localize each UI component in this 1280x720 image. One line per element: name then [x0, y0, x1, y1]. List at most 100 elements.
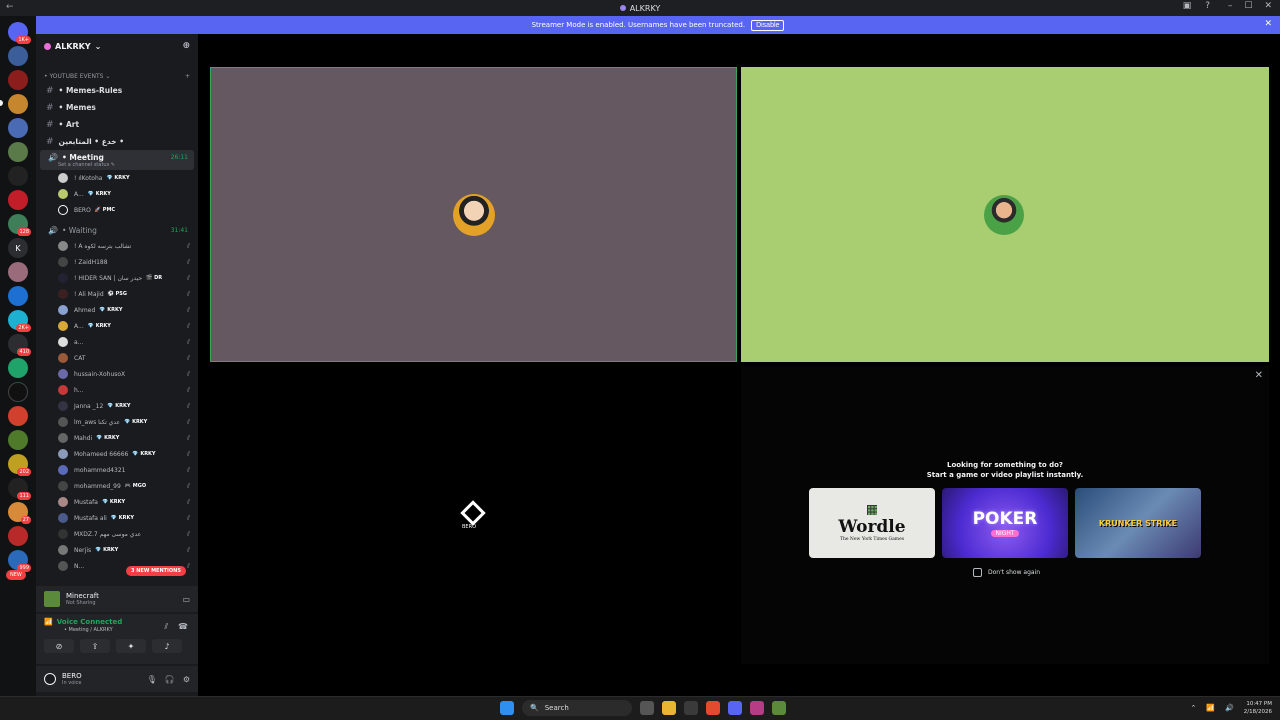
server-icon[interactable]	[8, 286, 28, 306]
start-icon[interactable]	[500, 701, 514, 715]
channel-arabic[interactable]: # خدع • المتابعين •	[36, 133, 198, 150]
server-icon[interactable]	[8, 118, 28, 138]
minimize-icon[interactable]: –	[1228, 1, 1233, 11]
voice-member[interactable]: A... 💎 KRKY	[36, 186, 198, 202]
server-icon[interactable]	[8, 94, 28, 114]
invite-icon[interactable]: ⊕	[182, 41, 190, 51]
channel-status[interactable]: Set a channel status ✎	[48, 162, 194, 168]
voice-member[interactable]: MXDZ.7 عدي موسى مهم ⫽	[36, 526, 198, 542]
voice-channel-waiting[interactable]: 🔊 • Waiting 31:41	[40, 222, 194, 238]
avatar[interactable]	[44, 673, 56, 685]
soundboard-button[interactable]: ♪	[152, 639, 182, 653]
voice-member[interactable]: Mahdi 💎 KRKY ⫽	[36, 430, 198, 446]
voice-member[interactable]: A... 💎 KRKY ⫽	[36, 318, 198, 334]
channel-memes[interactable]: # • Memes	[36, 99, 198, 116]
voice-member[interactable]: ! ılKotoha 💎 KRKY	[36, 170, 198, 186]
server-icon[interactable]: 202	[8, 454, 31, 476]
channel-art[interactable]: # • Art	[36, 116, 198, 133]
server-icon[interactable]: 111	[8, 478, 31, 500]
voice-member[interactable]: ! HIDER SAN | حيدر سان 🎬 DR ⫽	[36, 270, 198, 286]
server-icon[interactable]: 27	[8, 502, 31, 524]
file-explorer-icon[interactable]	[662, 701, 676, 715]
new-mentions-button[interactable]: 3 NEW MENTIONS	[126, 566, 186, 576]
help-icon[interactable]: ?	[1205, 1, 1210, 11]
settings-app-icon[interactable]	[684, 701, 698, 715]
close-banner-icon[interactable]: ✕	[1264, 19, 1272, 29]
capcut-app-icon[interactable]	[750, 701, 764, 715]
voice-member[interactable]: mohammed_99 🎮 MGO ⫽	[36, 478, 198, 494]
wifi-icon[interactable]: 📶	[1206, 704, 1215, 712]
server-icon[interactable]	[8, 430, 28, 450]
voice-member[interactable]: ! ZaidH188 ⫽	[36, 254, 198, 270]
task-view-icon[interactable]	[640, 701, 654, 715]
share-screen-icon[interactable]: ▭	[182, 595, 190, 604]
discord-app-icon[interactable]	[728, 701, 742, 715]
server-icon[interactable]	[8, 382, 28, 402]
taskbar-search[interactable]: 🔍 Search	[522, 700, 632, 716]
voice-member[interactable]: Ahmed 💎 KRKY ⫽	[36, 302, 198, 318]
server-icon[interactable]	[8, 262, 28, 282]
minecraft-app-icon[interactable]	[772, 701, 786, 715]
video-tile-self[interactable]: BERO	[210, 366, 737, 664]
noise-suppression-icon[interactable]: ⫽	[164, 622, 168, 632]
voice-member[interactable]: mohammed4321 ⫽	[36, 462, 198, 478]
disconnect-icon[interactable]: ☎	[178, 622, 188, 632]
voice-member[interactable]: ! A تشالب بترسه لكوه ⫽	[36, 238, 198, 254]
server-icon[interactable]: 2K+	[8, 310, 31, 332]
voice-member[interactable]: ! Ali Majid ⚽ PSG ⫽	[36, 286, 198, 302]
voice-channel-meeting[interactable]: 🔊 • Meeting 26:11 Set a channel status ✎	[40, 150, 194, 170]
voice-member[interactable]: Mohameed 66666 💎 KRKY ⫽	[36, 446, 198, 462]
maximize-icon[interactable]: ☐	[1244, 1, 1252, 11]
server-icon[interactable]	[8, 526, 28, 546]
voice-member[interactable]: h... ⫽	[36, 382, 198, 398]
guild-header[interactable]: ALKRKY ⌄ ⊕	[36, 34, 198, 58]
voice-member[interactable]: Mustafa ali 💎 KRKY ⫽	[36, 510, 198, 526]
activity-card-poker[interactable]: POKER NIGHT	[942, 488, 1068, 558]
server-icon[interactable]	[8, 166, 28, 186]
activities-button[interactable]: ✦	[116, 639, 146, 653]
inbox-icon[interactable]: ▣	[1183, 1, 1192, 11]
server-icon[interactable]: 128	[8, 214, 31, 236]
server-icon[interactable]: 410	[8, 334, 31, 356]
server-icon[interactable]: K	[8, 238, 28, 258]
close-icon[interactable]: ✕	[1255, 370, 1263, 381]
dont-show-again-checkbox[interactable]	[973, 568, 982, 577]
headphones-icon[interactable]: 🎧	[165, 675, 175, 684]
server-icon[interactable]	[8, 406, 28, 426]
server-icon[interactable]: 999	[8, 550, 31, 572]
direct-messages-icon[interactable]: 1K+	[8, 22, 31, 44]
voice-member[interactable]: a... ⫽	[36, 334, 198, 350]
voice-member[interactable]: CAT ⫽	[36, 350, 198, 366]
channel-memes-rules[interactable]: # • Memes-Rules	[36, 82, 198, 99]
voice-member[interactable]: Mustafa 💎 KRKY ⫽	[36, 494, 198, 510]
server-icon[interactable]	[8, 46, 28, 66]
share-screen-button[interactable]: ⇪	[80, 639, 110, 653]
voice-member[interactable]: Nerjis 💎 KRKY ⫽	[36, 542, 198, 558]
camera-button[interactable]: ⊘	[44, 639, 74, 653]
voice-member[interactable]: Janna _12 💎 KRKY ⫽	[36, 398, 198, 414]
server-icon[interactable]	[8, 358, 28, 378]
category-header[interactable]: • YOUTUBE EVENTS ⌄ +	[36, 70, 198, 82]
user-info[interactable]: BERO In voice	[62, 672, 82, 686]
video-tile-speaking[interactable]	[210, 67, 737, 362]
voice-member[interactable]: BERO 🚀 PMC	[36, 202, 198, 218]
server-icon[interactable]	[8, 190, 28, 210]
server-icon[interactable]	[8, 70, 28, 90]
voice-status-label[interactable]: Voice Connected	[57, 618, 123, 626]
dont-show-again[interactable]: Don't show again	[973, 568, 1040, 577]
new-badge[interactable]: NEW	[6, 570, 26, 580]
tray-chevron-icon[interactable]: ⌃	[1190, 704, 1196, 712]
clock[interactable]: 10:47 PM 2/18/2026	[1244, 700, 1272, 716]
video-tile[interactable]	[741, 67, 1269, 362]
settings-gear-icon[interactable]: ⚙	[183, 675, 190, 684]
activity-card-krunker[interactable]: KRUNKER STRIKE	[1075, 488, 1201, 558]
volume-icon[interactable]: 🔊	[1225, 704, 1234, 712]
brave-browser-icon[interactable]	[706, 701, 720, 715]
server-icon[interactable]	[8, 142, 28, 162]
back-arrow-icon[interactable]: ←	[6, 2, 14, 12]
disable-streamer-mode-button[interactable]: Disable	[751, 19, 785, 31]
add-channel-icon[interactable]: +	[185, 73, 190, 80]
close-window-icon[interactable]: ✕	[1264, 1, 1272, 11]
microphone-icon[interactable]: 🎙	[147, 675, 157, 684]
activity-panel[interactable]: Minecraft Not Sharing ▭	[36, 586, 198, 612]
